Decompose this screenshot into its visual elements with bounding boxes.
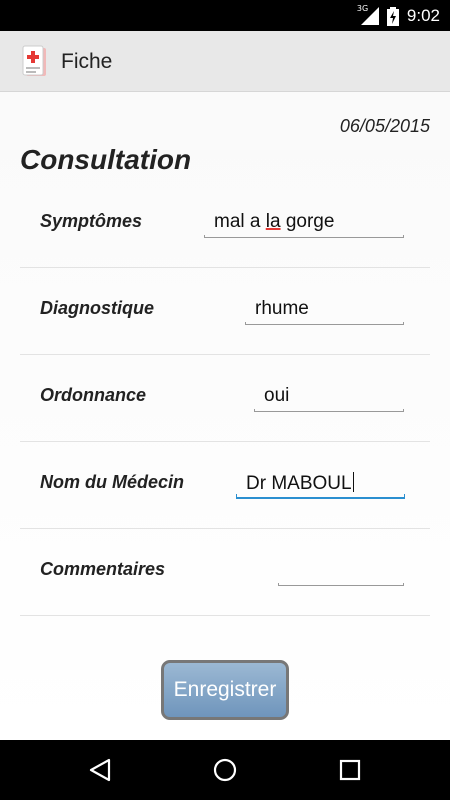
field-label-diagnostique: Diagnostique [40, 298, 155, 318]
symptomes-text-start: mal a [214, 211, 266, 232]
nom-medecin-value: Dr MABOUL [246, 473, 352, 494]
misspelled-word: la [265, 211, 281, 232]
symptomes-text-end: gorge [280, 211, 335, 232]
field-label-commentaires: Commentaires [40, 559, 166, 579]
form-heading: Consultation [20, 144, 192, 175]
field-label-ordonnance: Ordonnance [40, 385, 147, 405]
diagnostique-field[interactable]: rhume [245, 298, 404, 325]
form-row-nom-medecin: Nom du Médecin Dr MABOUL [20, 442, 430, 529]
form-container: 06/05/2015 Consultation Symptômes mal a … [0, 92, 450, 740]
navigation-bar [0, 740, 450, 800]
ordonnance-field[interactable]: oui [254, 385, 404, 412]
symptomes-field[interactable]: mal a la gorge [204, 211, 404, 238]
save-button[interactable]: Enregistrer [161, 660, 289, 720]
action-bar: Fiche [0, 31, 450, 92]
signal-icon: 3G [356, 4, 379, 25]
battery-charging-icon [386, 6, 399, 26]
home-icon[interactable] [212, 757, 238, 783]
clock: 9:02 [406, 6, 440, 25]
field-label-nom-medecin: Nom du Médecin [40, 472, 185, 492]
page-title: Fiche [61, 50, 113, 73]
commentaires-field[interactable] [278, 559, 404, 586]
field-label-symptomes: Symptômes [40, 211, 143, 231]
consultation-date: 06/05/2015 [339, 116, 430, 136]
back-icon[interactable] [87, 757, 113, 783]
recents-icon[interactable] [337, 757, 363, 783]
form-row-diagnostique: Diagnostique rhume [20, 268, 430, 355]
form-row-ordonnance: Ordonnance oui [20, 355, 430, 442]
form-row-symptomes: Symptômes mal a la gorge [20, 181, 430, 268]
status-bar: 3G 9:02 [0, 0, 450, 31]
network-type: 3G [356, 4, 369, 13]
medical-record-icon [22, 45, 46, 76]
text-cursor [352, 472, 354, 492]
nom-medecin-field[interactable]: Dr MABOUL [236, 472, 405, 499]
form-row-commentaires: Commentaires [20, 529, 430, 616]
